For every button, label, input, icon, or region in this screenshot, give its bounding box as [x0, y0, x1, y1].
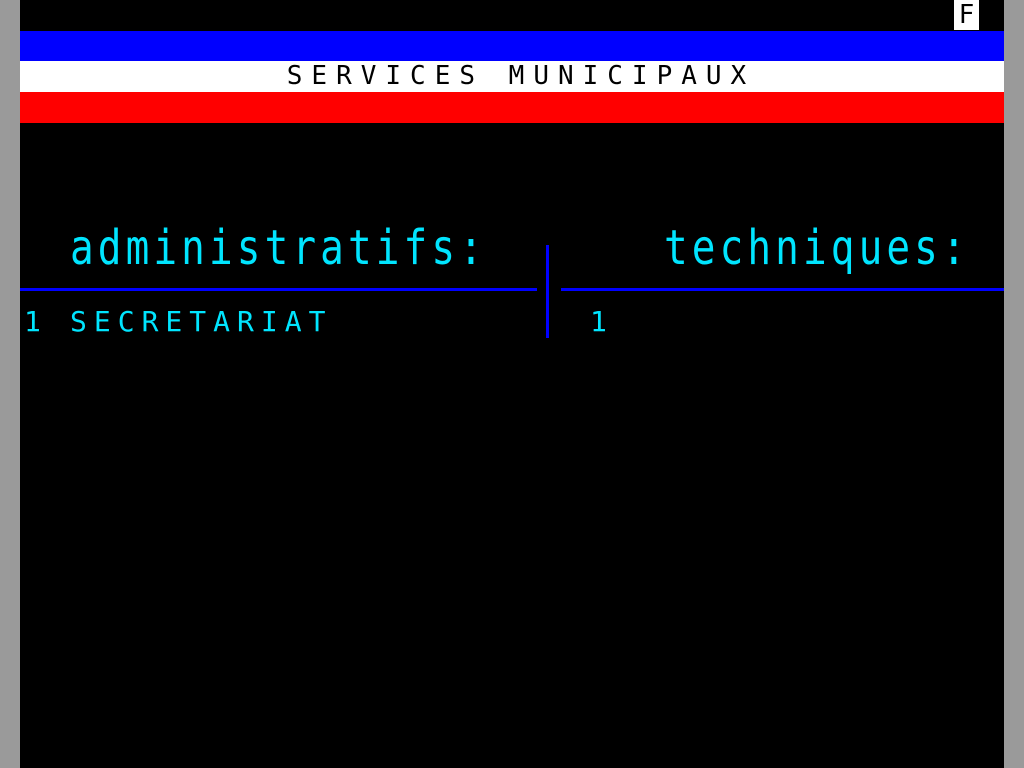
rule-techniques: [561, 288, 1004, 291]
heading-techniques: techniques:: [664, 220, 970, 276]
left-border: [0, 0, 20, 768]
column-divider: [546, 245, 549, 338]
menu-item-secretariat[interactable]: SECRETARIAT: [70, 306, 332, 338]
rule-administratifs: [20, 288, 537, 291]
menu-item-number-techniques-1[interactable]: 1: [590, 306, 614, 338]
flag-band-blue: [20, 31, 1004, 61]
heading-administratifs: administratifs:: [70, 220, 487, 276]
menu-item-number-administratifs-1[interactable]: 1: [24, 306, 48, 338]
page-title: SERVICES MUNICIPAUX: [286, 61, 756, 91]
videotex-screen: F SERVICES MUNICIPAUX administratifs: te…: [0, 0, 1024, 768]
status-indicator: F: [954, 0, 979, 30]
flag-band-red: [20, 92, 1004, 123]
right-border: [1004, 0, 1024, 768]
